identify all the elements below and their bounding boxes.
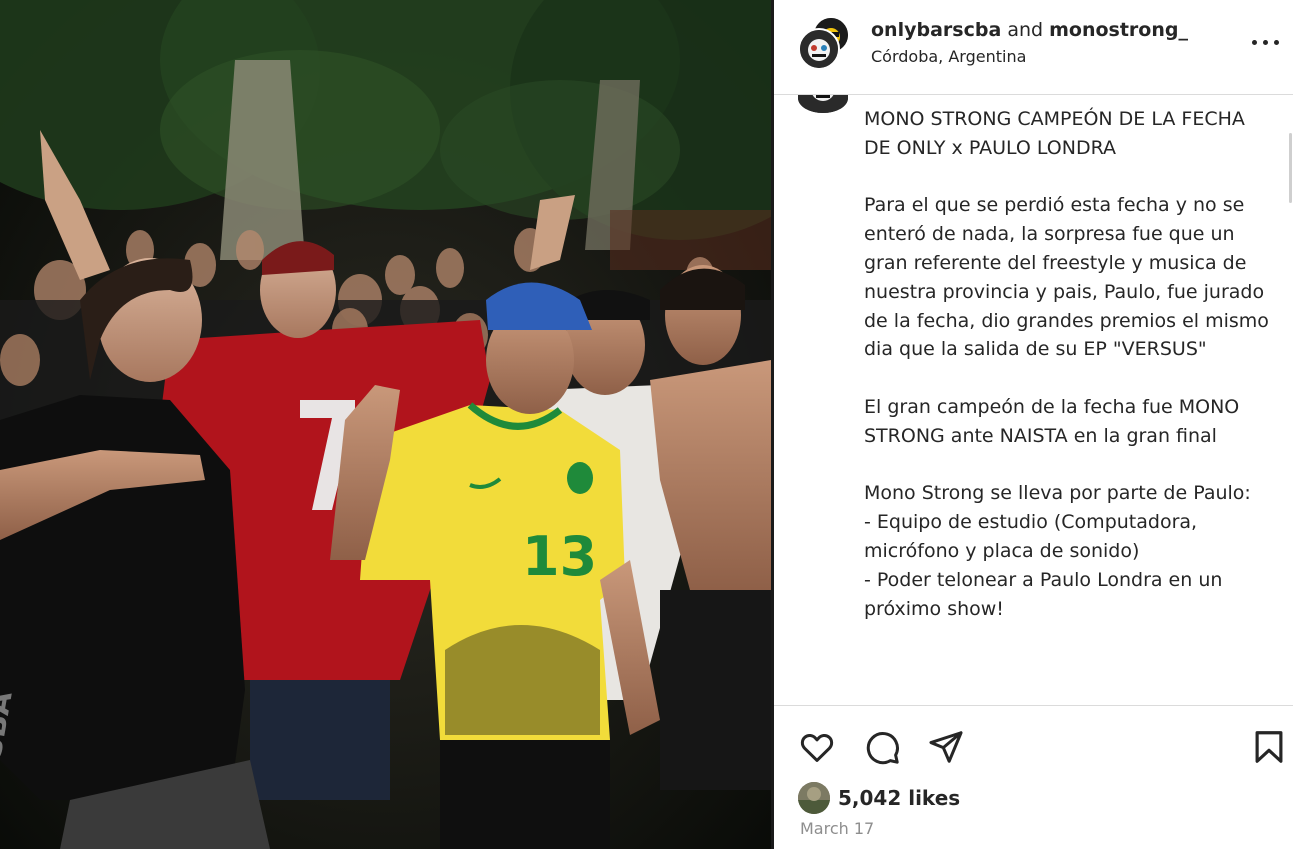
post-detail-panel: onlybarscba and monostrong_ Córdoba, Arg… bbox=[774, 0, 1293, 850]
comment-button[interactable] bbox=[863, 728, 901, 766]
save-button[interactable] bbox=[1250, 728, 1288, 766]
caption-scroll-area[interactable]: MONO STRONG CAMPEÓN DE LA FECHA DE ONLY … bbox=[774, 95, 1293, 705]
crowd-scene-image: 13 SBA bbox=[0, 0, 771, 849]
post-header: onlybarscba and monostrong_ Córdoba, Arg… bbox=[774, 0, 1293, 95]
post-caption: MONO STRONG CAMPEÓN DE LA FECHA DE ONLY … bbox=[864, 108, 1269, 620]
bookmark-icon bbox=[1255, 731, 1283, 763]
username-link-onlybarscba[interactable]: onlybarscba bbox=[871, 19, 1001, 41]
collab-avatars[interactable] bbox=[798, 16, 854, 72]
post-date[interactable]: March 17 bbox=[800, 819, 874, 838]
more-horizontal-icon bbox=[1252, 40, 1257, 45]
location-link[interactable]: Córdoba, Argentina bbox=[871, 47, 1026, 66]
post-authors: onlybarscba and monostrong_ bbox=[871, 19, 1188, 41]
more-options-button[interactable] bbox=[1252, 28, 1280, 56]
username-link-monostrong[interactable]: monostrong_ bbox=[1049, 19, 1188, 41]
liker-avatar[interactable] bbox=[798, 782, 830, 814]
comment-icon bbox=[866, 732, 899, 765]
post-photo[interactable]: 13 SBA bbox=[0, 0, 771, 849]
heart-icon bbox=[800, 734, 834, 762]
likes-count[interactable]: 5,042 likes bbox=[838, 786, 960, 810]
avatar-onlybarscba[interactable] bbox=[798, 28, 840, 70]
caption-scrollbar[interactable] bbox=[1289, 133, 1292, 203]
more-dot bbox=[1263, 40, 1268, 45]
jersey-number-13: 13 bbox=[522, 525, 597, 588]
post-actions: 5,042 likes March 17 bbox=[774, 705, 1293, 850]
share-button[interactable] bbox=[927, 728, 965, 766]
authors-joiner: and bbox=[1007, 19, 1044, 41]
more-dot bbox=[1274, 40, 1279, 45]
caption-author-avatar[interactable] bbox=[798, 95, 848, 113]
share-icon bbox=[929, 731, 963, 763]
like-button[interactable] bbox=[798, 728, 836, 766]
